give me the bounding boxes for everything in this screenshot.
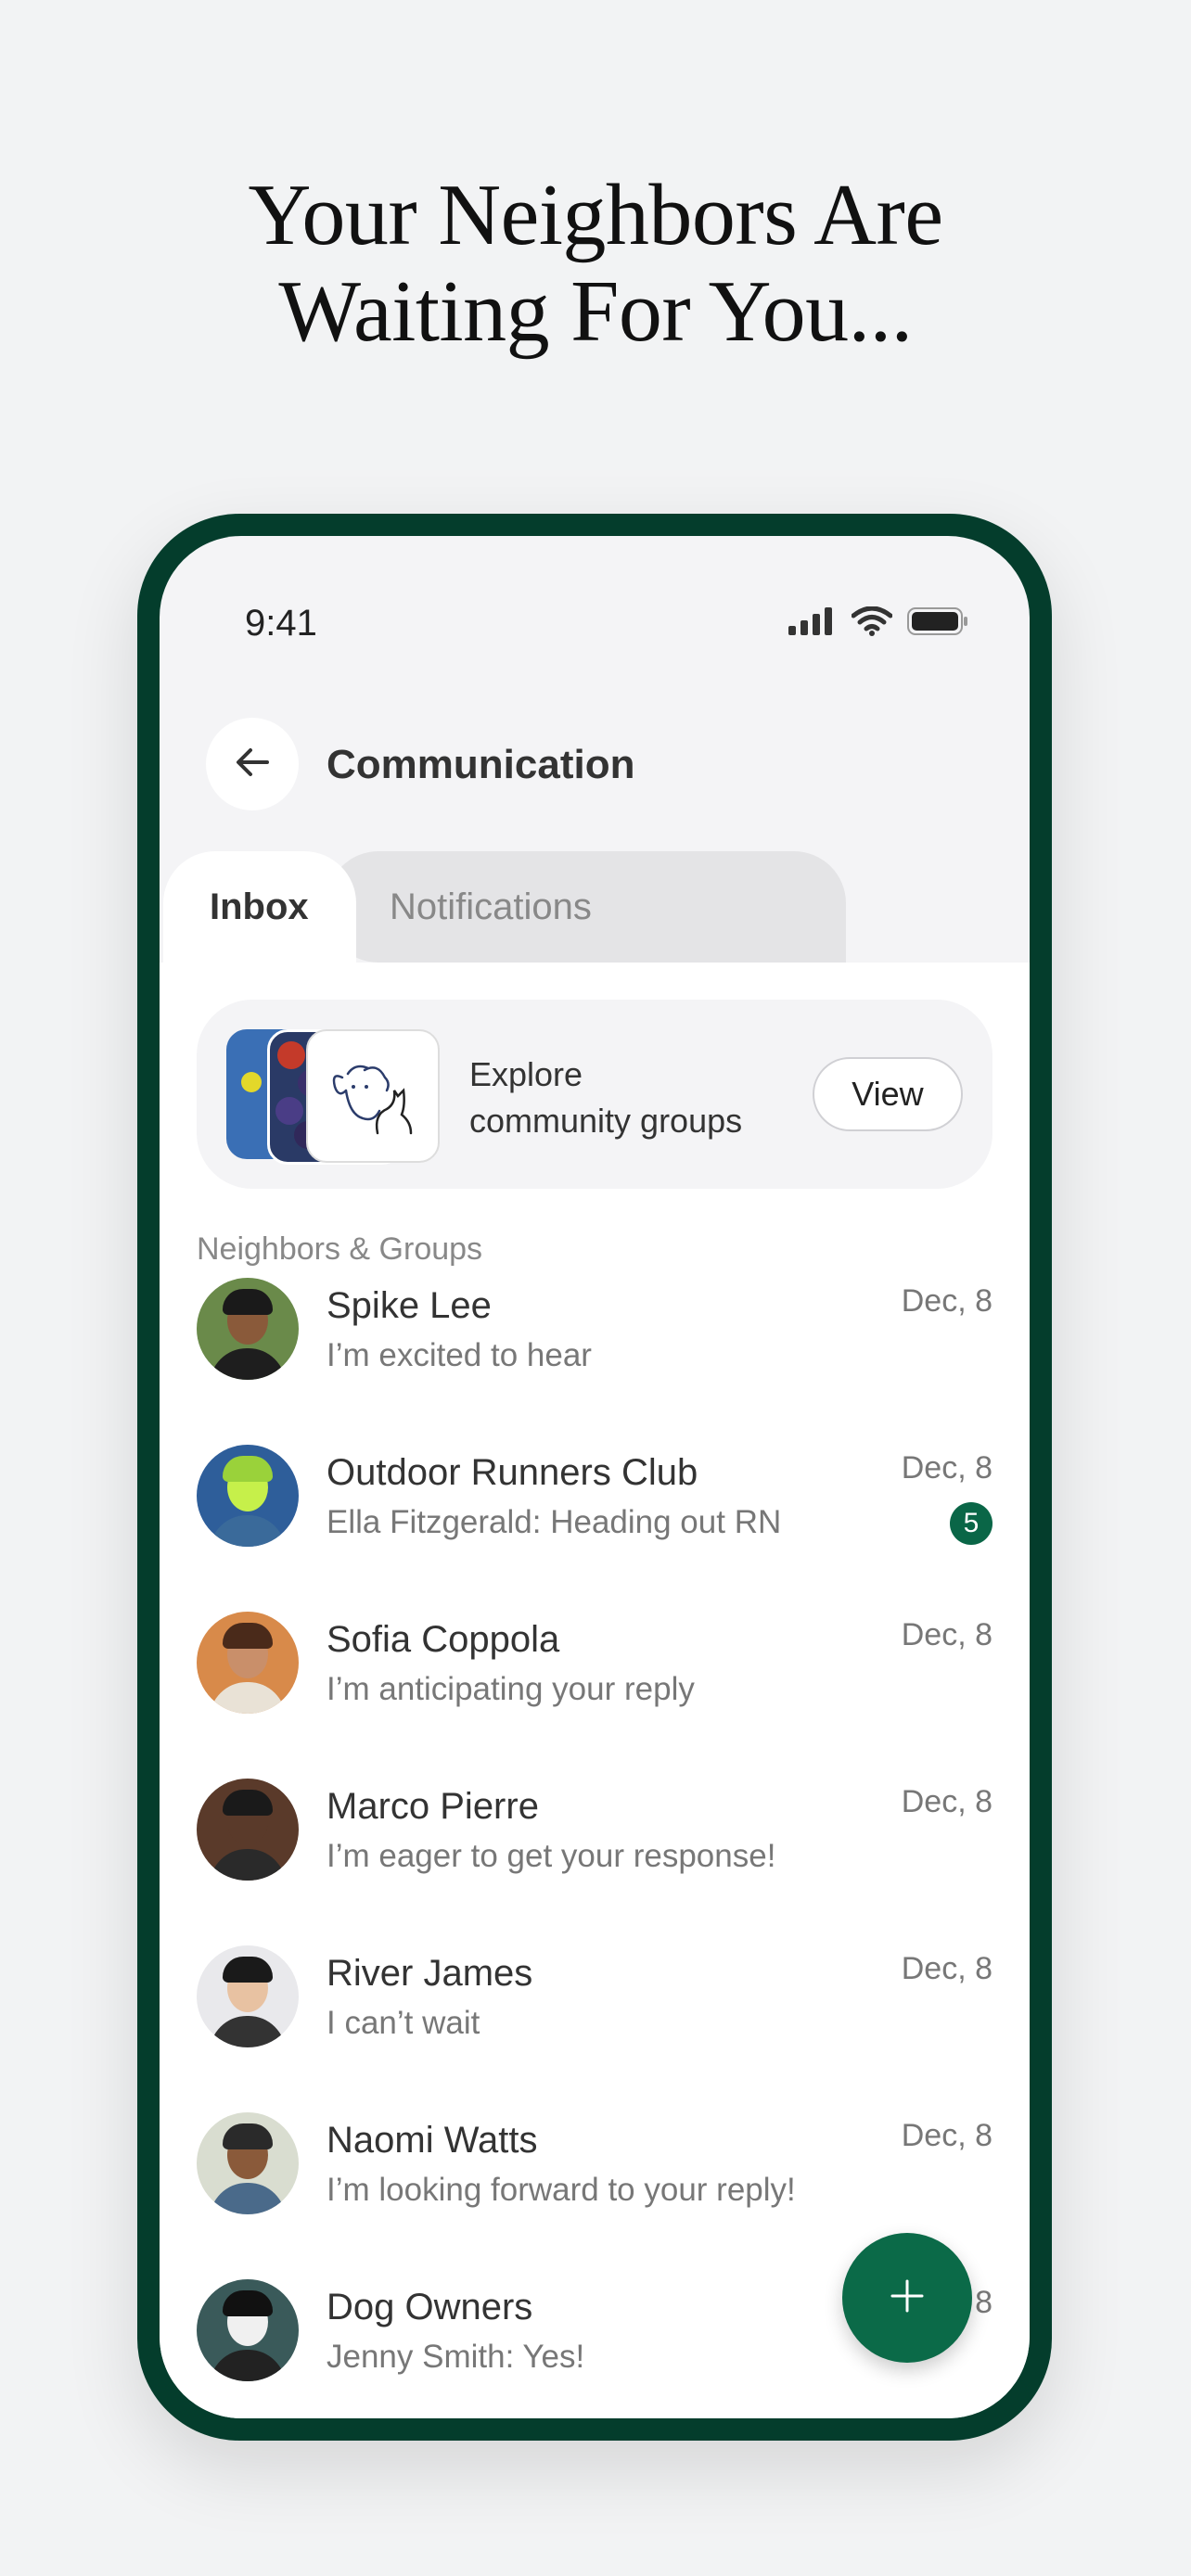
dog-cat-icon [332, 1065, 413, 1135]
tab-bar: Notifications Inbox [160, 851, 1030, 972]
conversation-preview: I can’t wait [327, 2005, 480, 2041]
new-message-button[interactable] [842, 2233, 972, 2363]
conversation-name: Outdoor Runners Club [327, 1452, 698, 1493]
conversation-row[interactable]: Sofia Coppola I’m anticipating your reply… [160, 1602, 1030, 1751]
section-label: Neighbors & Groups [197, 1231, 483, 1267]
wifi-icon [851, 606, 893, 641]
conversation-name: River James [327, 1953, 533, 1994]
conversation-date: Dec, 8 [901, 1450, 992, 1486]
battery-icon [907, 606, 968, 641]
avatar [197, 2279, 299, 2381]
arrow-left-icon [232, 742, 273, 787]
explore-community-card[interactable]: Explore community groups View [197, 1000, 992, 1189]
conversation-date: Dec, 8 [901, 1283, 992, 1319]
headline-line-2: Waiting For You... [278, 263, 913, 360]
conversation-name: Dog Owners [327, 2287, 533, 2327]
phone-frame: 9:41 Communication Notifications Inbox E… [137, 514, 1052, 2441]
explore-text: Explore community groups [469, 1052, 785, 1144]
conversation-name: Marco Pierre [327, 1786, 539, 1827]
status-icons [788, 606, 968, 641]
explore-text-line-2: community groups [469, 1102, 743, 1140]
conversation-date: Dec, 8 [901, 1784, 992, 1819]
page-title: Communication [327, 742, 635, 787]
conversation-row[interactable]: Outdoor Runners Club Ella Fitzgerald: Hea… [160, 1435, 1030, 1584]
conversation-preview: I’m looking forward to your reply! [327, 2172, 796, 2208]
avatar [197, 1945, 299, 2047]
back-button[interactable] [206, 718, 299, 810]
conversation-row[interactable]: River James I can’t wait Dec, 8 [160, 1936, 1030, 2085]
conversation-date: Dec, 8 [901, 1951, 992, 1986]
view-button[interactable]: View [813, 1057, 963, 1131]
headline: Your Neighbors Are Waiting For You... [0, 167, 1191, 360]
phone-screen: 9:41 Communication Notifications Inbox E… [160, 536, 1030, 2418]
conversation-preview: I’m anticipating your reply [327, 1671, 695, 1707]
unread-badge: 5 [950, 1502, 992, 1545]
conversation-preview: Ella Fitzgerald: Heading out RN [327, 1504, 782, 1540]
tab-notifications-label[interactable]: Notifications [390, 886, 592, 928]
conversation-date: Dec, 8 [901, 2118, 992, 2153]
status-time: 9:41 [245, 603, 317, 644]
conversation-preview: I’m excited to hear [327, 1337, 592, 1373]
conversation-row[interactable]: Marco Pierre I’m eager to get your respon… [160, 1769, 1030, 1918]
conversation-preview: Jenny Smith: Yes! [327, 2339, 585, 2375]
conversation-date: Dec, 8 [901, 1617, 992, 1652]
conversation-preview: I’m eager to get your response! [327, 1838, 776, 1874]
conversation-name: Naomi Watts [327, 2120, 538, 2161]
avatar [197, 1612, 299, 1714]
avatar [197, 1445, 299, 1547]
conversation-row[interactable]: Naomi Watts I’m looking forward to your r… [160, 2103, 1030, 2251]
inbox-content: Explore community groups View Neighbors … [160, 963, 1030, 2418]
tab-inbox[interactable]: Inbox [163, 851, 356, 972]
conversation-name: Sofia Coppola [327, 1619, 560, 1660]
tab-inbox-label[interactable]: Inbox [210, 886, 309, 928]
avatar [197, 2112, 299, 2214]
avatar [197, 1779, 299, 1881]
pets-illustration [306, 1029, 440, 1163]
plus-icon [887, 2276, 928, 2321]
explore-text-line-1: Explore [469, 1055, 583, 1093]
cellular-signal-icon [788, 607, 837, 640]
headline-line-1: Your Neighbors Are [248, 167, 943, 263]
conversation-row[interactable]: Spike Lee I’m excited to hear Dec, 8 [160, 1269, 1030, 1417]
avatar [197, 1278, 299, 1380]
conversation-name: Spike Lee [327, 1285, 492, 1326]
